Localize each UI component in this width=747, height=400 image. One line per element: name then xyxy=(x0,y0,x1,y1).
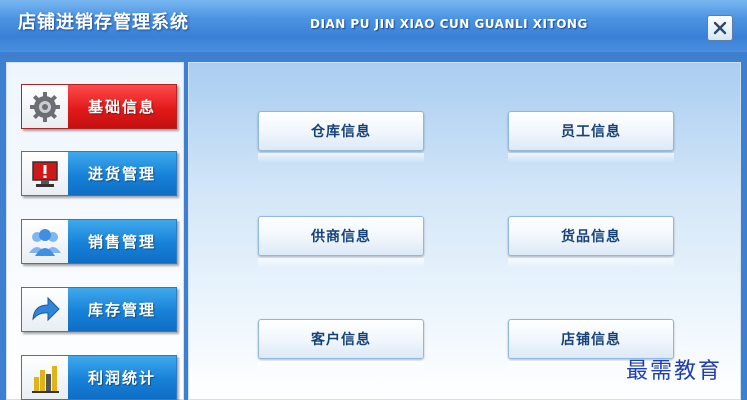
sidebar-item-label: 利润统计 xyxy=(87,369,156,387)
button-label: 仓库信息 xyxy=(311,124,371,140)
close-button[interactable] xyxy=(707,15,733,41)
sidebar-item-inventory[interactable]: 库存管理 xyxy=(21,287,177,332)
warehouse-info-button[interactable]: 仓库信息 xyxy=(258,111,424,151)
button-label: 店铺信息 xyxy=(561,332,621,348)
close-icon xyxy=(713,21,727,35)
sidebar-item-sales[interactable]: 销售管理 xyxy=(21,219,177,264)
sidebar-item-profit[interactable]: 利润统计 xyxy=(21,355,177,400)
button-label: 客户信息 xyxy=(311,332,371,348)
sidebar-item-purchase[interactable]: 进货管理 xyxy=(21,151,177,196)
app-subtitle: DIAN PU JIN XIAO CUN GUANLI XITONG xyxy=(310,17,588,31)
employee-info-button[interactable]: 员工信息 xyxy=(508,111,674,151)
sidebar-item-basic-info[interactable]: 基础信息 xyxy=(21,84,177,129)
button-label: 供商信息 xyxy=(311,229,371,245)
arrow-right-icon xyxy=(22,288,68,331)
sidebar: 基础信息 进货管理 销售管理 库存管理 利润统计 xyxy=(6,62,184,400)
customer-info-button[interactable]: 客户信息 xyxy=(258,319,424,359)
gear-icon xyxy=(22,85,68,128)
button-label: 货品信息 xyxy=(561,229,621,245)
main-panel: 仓库信息 员工信息 供商信息 货品信息 客户信息 店铺信息 xyxy=(188,62,741,400)
bar-chart-icon xyxy=(22,356,68,399)
sidebar-item-label: 基础信息 xyxy=(87,98,156,116)
supplier-info-button[interactable]: 供商信息 xyxy=(258,216,424,256)
button-reflection xyxy=(258,258,424,268)
button-reflection xyxy=(508,153,674,163)
sidebar-item-label: 库存管理 xyxy=(87,301,156,319)
app-title: 店铺进销存管理系统 xyxy=(18,12,189,33)
computer-alert-icon xyxy=(22,152,68,195)
button-reflection xyxy=(258,153,424,163)
button-label: 员工信息 xyxy=(561,124,621,140)
goods-info-button[interactable]: 货品信息 xyxy=(508,216,674,256)
button-reflection xyxy=(258,361,424,371)
sidebar-item-label: 销售管理 xyxy=(87,233,156,251)
watermark: 最需教育 xyxy=(626,359,723,384)
users-icon xyxy=(22,220,68,263)
button-reflection xyxy=(508,258,674,268)
sidebar-item-label: 进货管理 xyxy=(87,165,156,183)
title-bar: 店铺进销存管理系统 DIAN PU JIN XIAO CUN GUANLI XI… xyxy=(0,0,747,52)
